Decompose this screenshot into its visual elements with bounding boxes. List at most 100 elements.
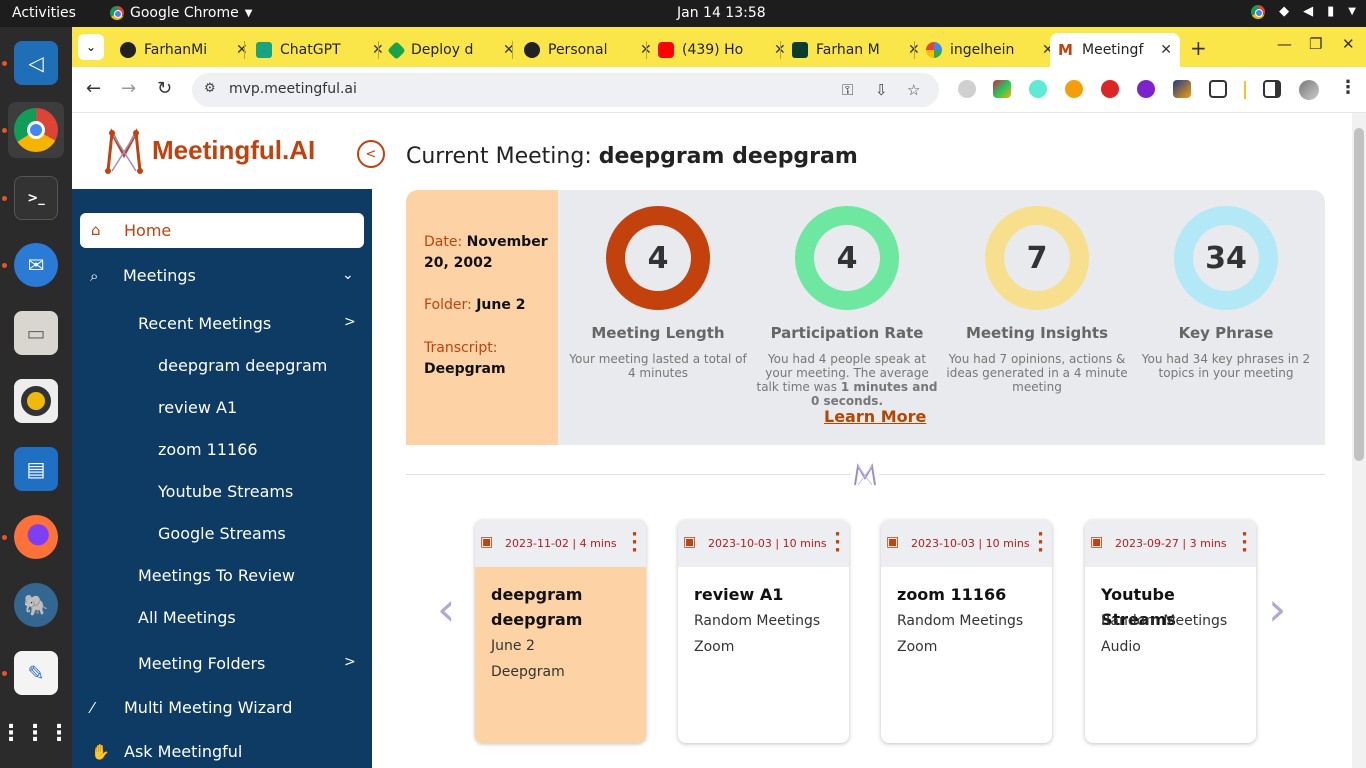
chevron-down-icon[interactable]: ⌄ xyxy=(342,267,354,283)
chevron-right-icon[interactable]: > xyxy=(344,314,356,330)
stat-ring: 4 xyxy=(606,206,710,310)
stat-value: 4 xyxy=(814,225,880,291)
meeting-card-selected[interactable]: ▣ 2023-11-02 | 4 mins · · · deepgram deepg… xyxy=(475,520,646,743)
stat-ring: 4 xyxy=(795,206,899,310)
meeting-meta: Date: November 20, 2002 Folder: June 2 T… xyxy=(406,190,558,445)
colorful-extension-icon[interactable] xyxy=(993,80,1011,98)
close-tab-icon[interactable]: ✕ xyxy=(1160,42,1172,58)
profile-avatar[interactable] xyxy=(1299,80,1319,100)
star-extension-icon[interactable] xyxy=(1137,80,1155,98)
chrome-tray-icon[interactable] xyxy=(1251,4,1266,19)
browser-tab-strip: ⌄ FarhanMi ✕ ChatGPT ✕ Deploy d ✕ Person… xyxy=(72,27,1366,67)
pgadmin-icon: 🐘 xyxy=(14,583,58,627)
globe-extension-icon[interactable] xyxy=(958,80,976,98)
clock[interactable]: Jan 14 13:58 xyxy=(677,5,766,21)
close-window-icon[interactable]: ✕ xyxy=(1342,35,1355,53)
card-menu-icon[interactable]: · · · xyxy=(834,526,841,560)
browser-tab[interactable]: Farhan M ✕ xyxy=(784,33,928,67)
dock-files[interactable]: ▭ xyxy=(8,305,64,361)
youtube-icon xyxy=(658,42,674,58)
dock-text-editor[interactable]: ✎ xyxy=(8,645,64,701)
learn-more-link[interactable]: Learn More xyxy=(824,407,926,426)
dock-vscode[interactable]: ◁ xyxy=(8,35,64,91)
cookie-extension-icon[interactable] xyxy=(1065,80,1083,98)
sidebar-recent-meeting[interactable]: review A1 xyxy=(158,398,237,417)
reload-icon[interactable]: ↻ xyxy=(157,78,172,99)
browser-tab-active[interactable]: M Meetingf ✕ xyxy=(1050,33,1180,67)
site-info-icon[interactable]: ⚙ xyxy=(204,81,216,96)
close-tab-icon[interactable]: ✕ xyxy=(236,42,248,58)
sidebar-item-meetings-to-review[interactable]: Meetings To Review xyxy=(138,566,295,585)
sidebar-item-ask-meetingful[interactable]: Ask Meetingful xyxy=(124,742,242,761)
install-app-icon[interactable]: ⇩ xyxy=(875,81,888,99)
collapse-sidebar-button[interactable]: < xyxy=(357,140,385,168)
browser-tab[interactable]: (439) Ho ✕ xyxy=(650,33,794,67)
browser-tab[interactable]: Deploy d ✕ xyxy=(382,33,523,67)
dock-terminal[interactable]: >_ xyxy=(8,170,64,226)
new-tab-button[interactable]: + xyxy=(1190,36,1207,60)
chrome-icon xyxy=(14,108,58,152)
shield-extension-icon[interactable] xyxy=(1101,80,1119,98)
address-bar[interactable]: ⚙ mvp.meetingful.ai ⚿ ⇩ ☆ xyxy=(192,73,939,107)
meeting-card[interactable]: ▣ 2023-10-03 | 10 mins · · · zoom 11166 Ra… xyxy=(881,520,1052,743)
meeting-card[interactable]: ▣ 2023-09-27 | 3 mins · · · Youtube Stream… xyxy=(1085,520,1256,743)
sidebar-item-meetings[interactable]: Meetings xyxy=(123,266,196,285)
puzzle-color-extension-icon[interactable] xyxy=(1173,80,1191,98)
sidebar-item-home[interactable]: ⌂ Home xyxy=(80,213,364,248)
carousel-next-arrow-icon[interactable]: › xyxy=(1268,582,1286,636)
browser-tab[interactable]: ChatGPT ✕ xyxy=(248,33,392,67)
card-menu-icon[interactable]: · · · xyxy=(1037,526,1044,560)
key-icon[interactable]: ⚿ xyxy=(842,81,853,99)
dock-rhythmbox[interactable] xyxy=(8,373,64,429)
chevron-right-icon[interactable]: > xyxy=(344,654,356,670)
sidebar-recent-meeting[interactable]: Google Streams xyxy=(158,524,286,543)
extensions-puzzle-icon[interactable] xyxy=(1209,80,1227,98)
dock-chrome[interactable] xyxy=(8,102,64,158)
meetingful-icon: M xyxy=(1058,41,1073,59)
app-menu[interactable]: Google Chrome ▼ xyxy=(110,5,252,21)
carousel-prev-arrow-icon[interactable]: ‹ xyxy=(437,582,455,636)
dock-firefox[interactable] xyxy=(8,509,64,565)
folder-value: June 2 xyxy=(476,297,526,313)
chrome-menu-icon[interactable]: ⋮ xyxy=(1339,77,1357,98)
dock-pgadmin[interactable]: 🐘 xyxy=(8,577,64,633)
stat-value: 34 xyxy=(1193,225,1259,291)
system-tray[interactable]: ◆ ◀ ▮ ▼ xyxy=(1251,4,1356,19)
tab-separator xyxy=(646,41,647,59)
url-text[interactable]: mvp.meetingful.ai xyxy=(229,81,357,97)
scrollbar-thumb[interactable] xyxy=(1354,128,1364,461)
card-menu-icon[interactable]: · · · xyxy=(631,526,638,560)
browser-tab[interactable]: Personal ✕ xyxy=(516,33,660,67)
show-applications-button[interactable]: ⋮⋮⋮ xyxy=(0,705,70,761)
activities-button[interactable]: Activities xyxy=(12,5,76,21)
tab-search-button[interactable]: ⌄ xyxy=(78,34,104,60)
sidebar-item-recent-meetings[interactable]: Recent Meetings xyxy=(138,314,271,333)
browser-tab[interactable]: FarhanMi ✕ xyxy=(112,33,256,67)
tab-title: Farhan M xyxy=(816,42,880,58)
forward-arrow-icon[interactable]: → xyxy=(121,78,136,99)
dock-thunderbird[interactable]: ✉ xyxy=(8,237,64,293)
restore-icon[interactable]: ❐ xyxy=(1309,35,1322,53)
bookmark-star-icon[interactable]: ☆ xyxy=(907,81,920,99)
target-extension-icon[interactable] xyxy=(1029,80,1047,98)
back-arrow-icon[interactable]: ← xyxy=(86,78,101,99)
sidebar-item-multi-meeting-wizard[interactable]: Multi Meeting Wizard xyxy=(124,698,292,717)
calendar-icon: ▣ xyxy=(480,534,494,550)
card-menu-icon[interactable]: · · · xyxy=(1241,526,1248,560)
side-panel-icon[interactable] xyxy=(1263,80,1281,98)
page-title: Current Meeting: deepgram deepgram xyxy=(406,144,858,169)
card-title: deepgram deepgram xyxy=(491,585,583,629)
minimize-icon[interactable]: — xyxy=(1277,35,1292,53)
meeting-folder: Folder: June 2 xyxy=(424,295,554,316)
hand-icon: ✋ xyxy=(91,743,110,761)
sidebar-item-all-meetings[interactable]: All Meetings xyxy=(138,608,236,627)
dock-writer[interactable]: ▤ xyxy=(8,441,64,497)
sidebar-item-meeting-folders[interactable]: Meeting Folders xyxy=(138,654,265,673)
sidebar-recent-meeting[interactable]: Youtube Streams xyxy=(158,482,293,501)
sidebar-recent-meeting[interactable]: zoom 11166 xyxy=(158,440,258,459)
page-title-prefix: Current Meeting: xyxy=(406,144,592,169)
stat-label: Meeting Length xyxy=(591,324,725,342)
meeting-card[interactable]: ▣ 2023-10-03 | 10 mins · · · review A1 Ran… xyxy=(678,520,849,743)
sidebar-recent-meeting[interactable]: deepgram deepgram xyxy=(158,356,327,375)
browser-tab[interactable]: ingelhein ✕ xyxy=(918,33,1062,67)
